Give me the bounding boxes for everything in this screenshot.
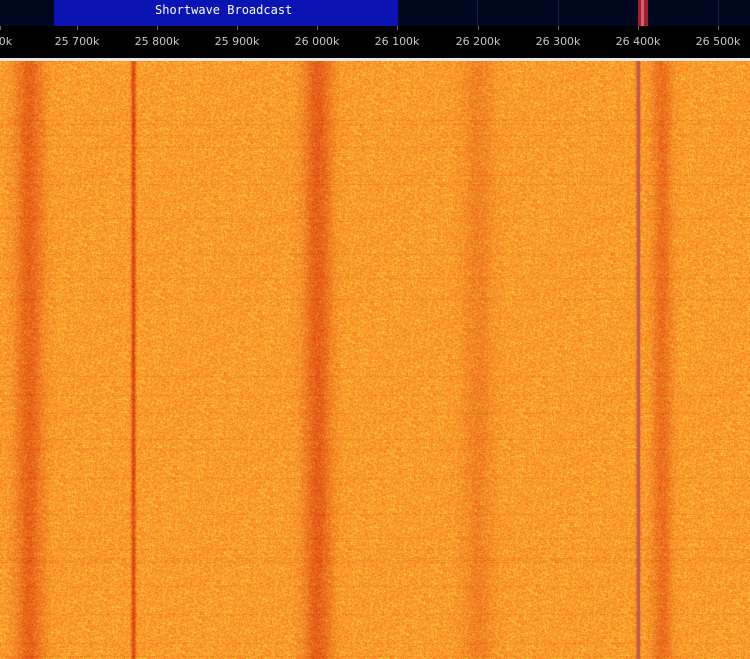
band-grid-line: [558, 0, 559, 26]
waterfall-display[interactable]: [0, 61, 750, 659]
frequency-scale[interactable]: 00k 25 700k 25 800k 25 900k 26 000k 26 1…: [0, 26, 750, 58]
tick-mark: [157, 26, 158, 30]
waterfall-canvas[interactable]: [0, 61, 750, 659]
tick-label-9: 26 500k: [695, 35, 741, 48]
tick-label-8: 26 400k: [615, 35, 661, 48]
tick-mark: [638, 26, 639, 30]
tick-mark: [0, 26, 1, 30]
tick-mark: [478, 26, 479, 30]
tick-mark: [237, 26, 238, 30]
frequency-marker[interactable]: [638, 0, 648, 26]
tick-label-1: 25 700k: [54, 35, 100, 48]
tick-label-2: 25 800k: [134, 35, 180, 48]
band-label: Shortwave Broadcast: [155, 3, 293, 17]
tick-label-7: 26 300k: [535, 35, 581, 48]
band-grid-line: [718, 0, 719, 26]
frequency-marker-line: [641, 0, 644, 26]
tick-label-5: 26 100k: [374, 35, 420, 48]
tick-mark: [397, 26, 398, 30]
tick-mark: [317, 26, 318, 30]
tick-mark: [718, 26, 719, 30]
tick-label-0: 00k: [0, 35, 13, 48]
tick-label-4: 26 000k: [294, 35, 340, 48]
band-plan-strip: Shortwave Broadcast: [0, 0, 750, 26]
tick-mark: [558, 26, 559, 30]
tick-label-3: 25 900k: [214, 35, 260, 48]
band-grid-line: [477, 0, 478, 26]
tick-label-6: 26 200k: [455, 35, 501, 48]
tick-mark: [77, 26, 78, 30]
